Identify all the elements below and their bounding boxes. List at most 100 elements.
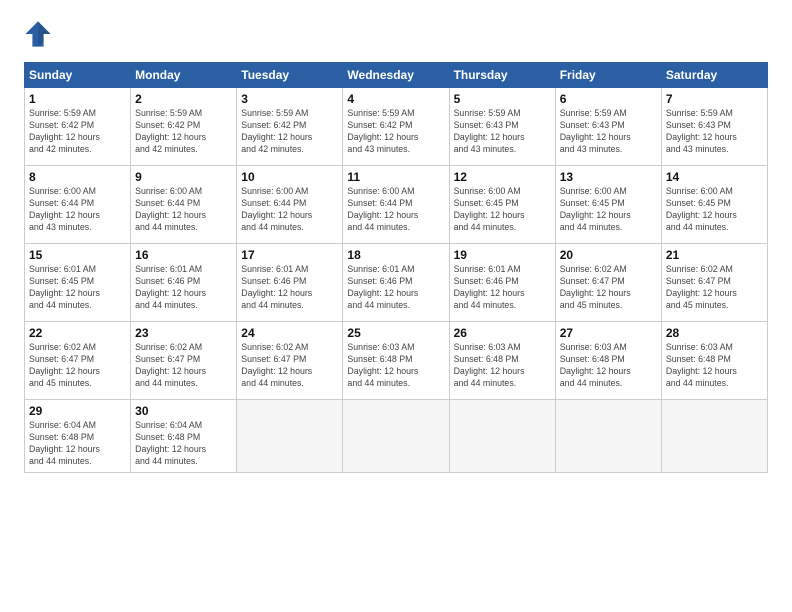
table-cell: 5 Sunrise: 5:59 AMSunset: 6:43 PMDaylight… xyxy=(449,88,555,166)
day-number: 30 xyxy=(135,404,232,418)
table-cell: 19 Sunrise: 6:01 AMSunset: 6:46 PMDayligh… xyxy=(449,244,555,322)
day-number: 19 xyxy=(454,248,551,262)
table-cell: 21Sunrise: 6:02 AMSunset: 6:47 PMDayligh… xyxy=(661,244,767,322)
day-number: 20 xyxy=(560,248,657,262)
day-info: Sunrise: 6:03 AMSunset: 6:48 PMDaylight:… xyxy=(560,342,657,390)
day-info: Sunrise: 6:00 AMSunset: 6:45 PMDaylight:… xyxy=(666,186,763,234)
day-number: 3 xyxy=(241,92,338,106)
table-cell: 27 Sunrise: 6:03 AMSunset: 6:48 PMDayligh… xyxy=(555,322,661,400)
day-info: Sunrise: 5:59 AMSunset: 6:42 PMDaylight:… xyxy=(29,108,126,156)
day-info: Sunrise: 5:59 AMSunset: 6:43 PMDaylight:… xyxy=(560,108,657,156)
day-number: 16 xyxy=(135,248,232,262)
day-number: 8 xyxy=(29,170,126,184)
day-info: Sunrise: 5:59 AMSunset: 6:43 PMDaylight:… xyxy=(454,108,551,156)
table-cell: 26 Sunrise: 6:03 AMSunset: 6:48 PMDayligh… xyxy=(449,322,555,400)
table-cell: 28 Sunrise: 6:03 AMSunset: 6:48 PMDayligh… xyxy=(661,322,767,400)
day-number: 24 xyxy=(241,326,338,340)
table-cell: 8 Sunrise: 6:00 AMSunset: 6:44 PMDaylight… xyxy=(25,166,131,244)
day-info: Sunrise: 5:59 AMSunset: 6:42 PMDaylight:… xyxy=(241,108,338,156)
day-number: 18 xyxy=(347,248,444,262)
day-number: 29 xyxy=(29,404,126,418)
table-cell: 13 Sunrise: 6:00 AMSunset: 6:45 PMDayligh… xyxy=(555,166,661,244)
table-cell: 20 Sunrise: 6:02 AMSunset: 6:47 PMDayligh… xyxy=(555,244,661,322)
day-number: 26 xyxy=(454,326,551,340)
day-info: Sunrise: 6:03 AMSunset: 6:48 PMDaylight:… xyxy=(666,342,763,390)
col-sunday: Sunday xyxy=(25,63,131,88)
col-friday: Friday xyxy=(555,63,661,88)
table-cell: 12 Sunrise: 6:00 AMSunset: 6:45 PMDayligh… xyxy=(449,166,555,244)
table-cell: 15 Sunrise: 6:01 AMSunset: 6:45 PMDayligh… xyxy=(25,244,131,322)
table-cell xyxy=(343,400,449,473)
day-info: Sunrise: 6:02 AMSunset: 6:47 PMDaylight:… xyxy=(560,264,657,312)
col-monday: Monday xyxy=(131,63,237,88)
day-number: 10 xyxy=(241,170,338,184)
calendar-table: Sunday Monday Tuesday Wednesday Thursday… xyxy=(24,62,768,473)
day-number: 1 xyxy=(29,92,126,106)
day-info: Sunrise: 6:03 AMSunset: 6:48 PMDaylight:… xyxy=(454,342,551,390)
header-row: Sunday Monday Tuesday Wednesday Thursday… xyxy=(25,63,768,88)
day-number: 21 xyxy=(666,248,763,262)
table-cell: 14 Sunrise: 6:00 AMSunset: 6:45 PMDayligh… xyxy=(661,166,767,244)
table-cell: 11 Sunrise: 6:00 AMSunset: 6:44 PMDayligh… xyxy=(343,166,449,244)
logo xyxy=(24,20,56,48)
table-cell: 25 Sunrise: 6:03 AMSunset: 6:48 PMDayligh… xyxy=(343,322,449,400)
day-info: Sunrise: 6:01 AMSunset: 6:46 PMDaylight:… xyxy=(347,264,444,312)
day-info: Sunrise: 6:01 AMSunset: 6:46 PMDaylight:… xyxy=(135,264,232,312)
day-number: 25 xyxy=(347,326,444,340)
table-cell: 16 Sunrise: 6:01 AMSunset: 6:46 PMDayligh… xyxy=(131,244,237,322)
day-info: Sunrise: 6:04 AMSunset: 6:48 PMDaylight:… xyxy=(29,420,126,468)
day-number: 27 xyxy=(560,326,657,340)
day-number: 9 xyxy=(135,170,232,184)
day-number: 22 xyxy=(29,326,126,340)
table-cell: 30 Sunrise: 6:04 AMSunset: 6:48 PMDayligh… xyxy=(131,400,237,473)
day-number: 12 xyxy=(454,170,551,184)
day-number: 7 xyxy=(666,92,763,106)
day-number: 5 xyxy=(454,92,551,106)
day-info: Sunrise: 6:01 AMSunset: 6:46 PMDaylight:… xyxy=(454,264,551,312)
day-number: 15 xyxy=(29,248,126,262)
table-cell: 4 Sunrise: 5:59 AMSunset: 6:42 PMDaylight… xyxy=(343,88,449,166)
day-info: Sunrise: 6:00 AMSunset: 6:44 PMDaylight:… xyxy=(241,186,338,234)
day-number: 14 xyxy=(666,170,763,184)
col-tuesday: Tuesday xyxy=(237,63,343,88)
table-cell: 18 Sunrise: 6:01 AMSunset: 6:46 PMDayligh… xyxy=(343,244,449,322)
day-info: Sunrise: 6:04 AMSunset: 6:48 PMDaylight:… xyxy=(135,420,232,468)
day-number: 28 xyxy=(666,326,763,340)
table-cell: 22 Sunrise: 6:02 AMSunset: 6:47 PMDayligh… xyxy=(25,322,131,400)
table-cell xyxy=(449,400,555,473)
day-info: Sunrise: 6:00 AMSunset: 6:44 PMDaylight:… xyxy=(135,186,232,234)
day-number: 13 xyxy=(560,170,657,184)
table-cell xyxy=(661,400,767,473)
day-info: Sunrise: 5:59 AMSunset: 6:42 PMDaylight:… xyxy=(347,108,444,156)
table-cell: 10 Sunrise: 6:00 AMSunset: 6:44 PMDayligh… xyxy=(237,166,343,244)
day-number: 4 xyxy=(347,92,444,106)
day-info: Sunrise: 6:02 AMSunset: 6:47 PMDaylight:… xyxy=(29,342,126,390)
day-info: Sunrise: 6:00 AMSunset: 6:45 PMDaylight:… xyxy=(454,186,551,234)
table-cell: 29 Sunrise: 6:04 AMSunset: 6:48 PMDayligh… xyxy=(25,400,131,473)
day-info: Sunrise: 6:02 AMSunset: 6:47 PMDaylight:… xyxy=(241,342,338,390)
logo-icon xyxy=(24,20,52,48)
day-info: Sunrise: 6:00 AMSunset: 6:44 PMDaylight:… xyxy=(347,186,444,234)
col-thursday: Thursday xyxy=(449,63,555,88)
table-cell: 7 Sunrise: 5:59 AMSunset: 6:43 PMDaylight… xyxy=(661,88,767,166)
day-number: 6 xyxy=(560,92,657,106)
day-number: 11 xyxy=(347,170,444,184)
table-cell: 6 Sunrise: 5:59 AMSunset: 6:43 PMDaylight… xyxy=(555,88,661,166)
day-info: Sunrise: 6:00 AMSunset: 6:45 PMDaylight:… xyxy=(560,186,657,234)
table-cell xyxy=(555,400,661,473)
table-cell: 24 Sunrise: 6:02 AMSunset: 6:47 PMDayligh… xyxy=(237,322,343,400)
day-number: 17 xyxy=(241,248,338,262)
day-info: Sunrise: 6:02 AMSunset: 6:47 PMDaylight:… xyxy=(135,342,232,390)
day-info: Sunrise: 6:00 AMSunset: 6:44 PMDaylight:… xyxy=(29,186,126,234)
day-info: Sunrise: 6:01 AMSunset: 6:46 PMDaylight:… xyxy=(241,264,338,312)
table-cell xyxy=(237,400,343,473)
table-cell: 9 Sunrise: 6:00 AMSunset: 6:44 PMDaylight… xyxy=(131,166,237,244)
day-info: Sunrise: 6:03 AMSunset: 6:48 PMDaylight:… xyxy=(347,342,444,390)
col-wednesday: Wednesday xyxy=(343,63,449,88)
table-cell: 1 Sunrise: 5:59 AMSunset: 6:42 PMDaylight… xyxy=(25,88,131,166)
table-cell: 17 Sunrise: 6:01 AMSunset: 6:46 PMDayligh… xyxy=(237,244,343,322)
day-number: 2 xyxy=(135,92,232,106)
col-saturday: Saturday xyxy=(661,63,767,88)
day-info: Sunrise: 6:01 AMSunset: 6:45 PMDaylight:… xyxy=(29,264,126,312)
day-info: Sunrise: 5:59 AMSunset: 6:43 PMDaylight:… xyxy=(666,108,763,156)
